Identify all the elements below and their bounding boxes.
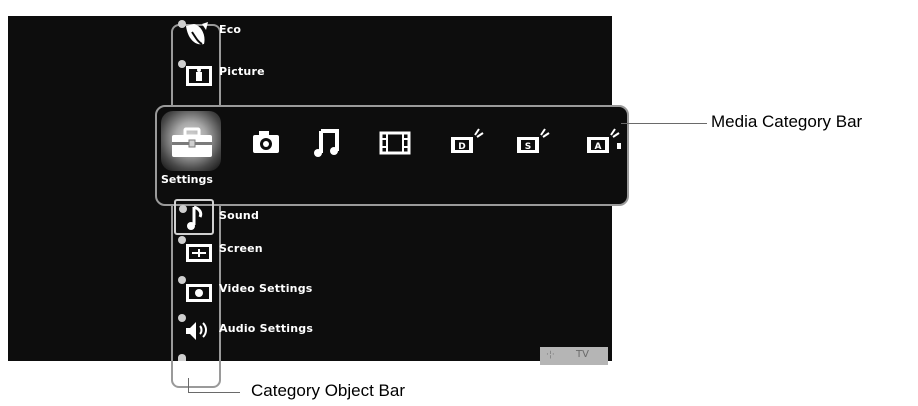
media-category-label: Settings [161,173,213,186]
video-icon[interactable] [375,125,415,159]
media-category-callout-line [621,123,707,124]
tv-input-badge: ·¦· TV [540,347,608,365]
music-icon[interactable] [309,125,349,159]
menu-item-video-settings[interactable]: Video Settings [219,282,313,295]
dpad-icon: ·¦· [546,350,555,360]
tv-screen: Eco Picture Settings D S A Sound Screen … [8,16,629,388]
more-items-icon [178,354,186,361]
satellite-tv-icon[interactable]: S [513,125,553,159]
menu-item-sound[interactable]: Sound [219,209,259,222]
video-settings-icon[interactable] [176,274,214,304]
svg-text:S: S [525,142,531,152]
eco-icon[interactable] [176,18,214,48]
sound-icon[interactable] [174,199,214,235]
menu-item-screen[interactable]: Screen [219,242,263,255]
tv-badge-label: TV [576,349,589,360]
menu-item-eco[interactable]: Eco [219,23,241,36]
menu-item-picture[interactable]: Picture [219,65,265,78]
digital-tv-icon[interactable]: D [447,125,487,159]
audio-settings-icon[interactable] [176,312,214,342]
category-object-callout-line-h [188,392,240,393]
media-category-callout: Media Category Bar [711,112,863,131]
menu-item-audio-settings[interactable]: Audio Settings [219,322,313,335]
picture-icon[interactable] [176,58,214,88]
svg-text:D: D [458,142,465,152]
settings-icon[interactable] [170,125,212,159]
media-category-bar: Settings D S A [155,105,629,206]
svg-text:A: A [595,142,602,152]
category-object-callout: Category Object Bar [251,381,406,400]
category-object-callout-line-v [188,378,189,393]
screen-icon[interactable] [176,234,214,264]
analog-tv-icon[interactable]: A [583,125,623,159]
photo-icon[interactable] [247,125,287,159]
